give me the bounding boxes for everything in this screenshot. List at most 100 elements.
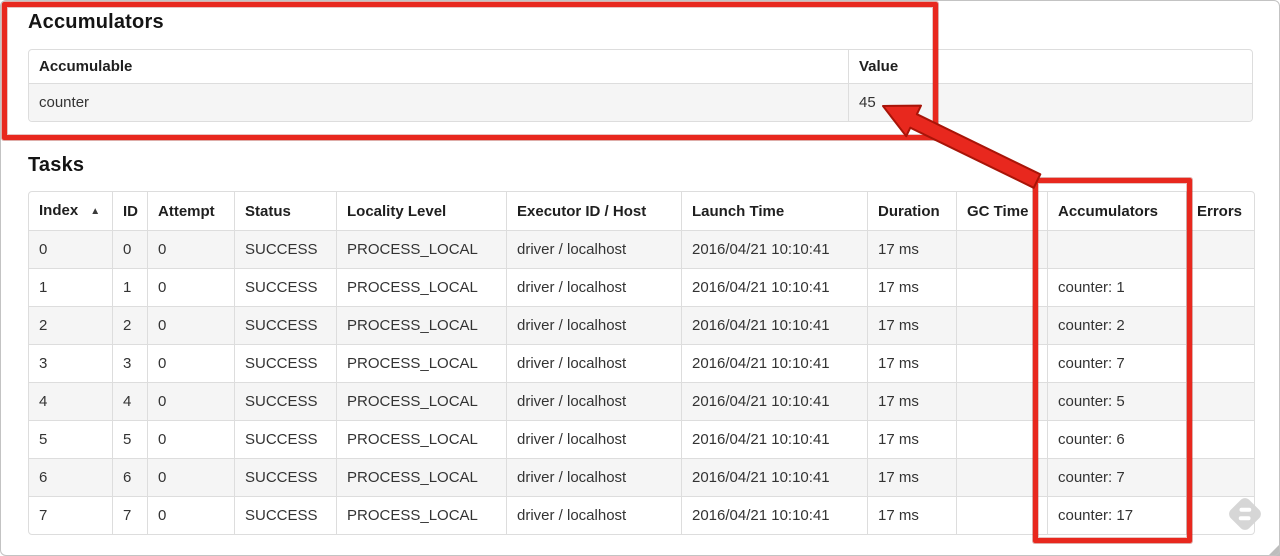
table-row: 0 0 0 SUCCESS PROCESS_LOCAL driver / localhos… <box>29 230 1254 268</box>
task-cell-status: SUCCESS <box>234 458 336 496</box>
task-cell-id: 3 <box>112 344 147 382</box>
task-cell-launch-time: 2016/04/21 10:10:41 <box>681 496 867 534</box>
task-cell-status: SUCCESS <box>234 344 336 382</box>
accumulable-value-cell: 45 <box>848 83 1252 121</box>
table-row: 2 2 0 SUCCESS PROCESS_LOCAL driver / localhos… <box>29 306 1254 344</box>
column-header-executor-id-host[interactable]: Executor ID / Host <box>506 192 681 230</box>
task-cell-duration: 17 ms <box>867 268 956 306</box>
task-cell-locality-level: PROCESS_LOCAL <box>336 230 506 268</box>
table-row: 3 3 0 SUCCESS PROCESS_LOCAL driver / localhos… <box>29 344 1254 382</box>
task-cell-launch-time: 2016/04/21 10:10:41 <box>681 382 867 420</box>
table-row: counter 45 <box>29 83 1252 121</box>
task-cell-launch-time: 2016/04/21 10:10:41 <box>681 306 867 344</box>
table-row: 4 4 0 SUCCESS PROCESS_LOCAL driver / localhos… <box>29 382 1254 420</box>
task-cell-executor-id-host: driver / localhost <box>506 306 681 344</box>
task-cell-duration: 17 ms <box>867 344 956 382</box>
column-header-value: Value <box>848 50 1252 83</box>
task-cell-locality-level: PROCESS_LOCAL <box>336 496 506 534</box>
task-cell-errors <box>1186 382 1254 420</box>
task-cell-status: SUCCESS <box>234 496 336 534</box>
task-cell-launch-time: 2016/04/21 10:10:41 <box>681 268 867 306</box>
task-cell-status: SUCCESS <box>234 420 336 458</box>
task-cell-errors <box>1186 268 1254 306</box>
table-row: 5 5 0 SUCCESS PROCESS_LOCAL driver / localhos… <box>29 420 1254 458</box>
column-header-duration[interactable]: Duration <box>867 192 956 230</box>
task-cell-errors <box>1186 230 1254 268</box>
task-cell-executor-id-host: driver / localhost <box>506 268 681 306</box>
task-cell-duration: 17 ms <box>867 230 956 268</box>
column-header-accumulators[interactable]: Accumulators <box>1047 192 1186 230</box>
task-cell-accumulators: counter: 1 <box>1047 268 1186 306</box>
task-cell-id: 2 <box>112 306 147 344</box>
column-header-status[interactable]: Status <box>234 192 336 230</box>
table-row: 1 1 0 SUCCESS PROCESS_LOCAL driver / localhos… <box>29 268 1254 306</box>
task-cell-locality-level: PROCESS_LOCAL <box>336 420 506 458</box>
task-cell-accumulators: counter: 5 <box>1047 382 1186 420</box>
task-cell-duration: 17 ms <box>867 382 956 420</box>
column-header-locality-level[interactable]: Locality Level <box>336 192 506 230</box>
column-header-accumulable: Accumulable <box>39 58 133 75</box>
task-cell-executor-id-host: driver / localhost <box>506 458 681 496</box>
task-cell-index: 1 <box>29 268 112 306</box>
column-header-launch-time[interactable]: Launch Time <box>681 192 867 230</box>
task-cell-status: SUCCESS <box>234 306 336 344</box>
task-cell-locality-level: PROCESS_LOCAL <box>336 382 506 420</box>
table-row: 7 7 0 SUCCESS PROCESS_LOCAL driver / localhos… <box>29 496 1254 534</box>
task-cell-accumulators: counter: 7 <box>1047 344 1186 382</box>
column-header-index[interactable]: Index ▲ <box>29 192 112 230</box>
page-content: Accumulators Accumulable Value counter 4… <box>28 10 1255 535</box>
task-cell-gc-time <box>956 268 1047 306</box>
task-cell-duration: 17 ms <box>867 306 956 344</box>
task-cell-index: 4 <box>29 382 112 420</box>
task-cell-gc-time <box>956 344 1047 382</box>
task-cell-executor-id-host: driver / localhost <box>506 496 681 534</box>
task-cell-executor-id-host: driver / localhost <box>506 230 681 268</box>
column-header-attempt[interactable]: Attempt <box>147 192 234 230</box>
task-cell-errors <box>1186 420 1254 458</box>
task-cell-attempt: 0 <box>147 458 234 496</box>
task-cell-accumulators: counter: 2 <box>1047 306 1186 344</box>
accumulators-heading: Accumulators <box>28 11 164 33</box>
task-cell-errors <box>1186 306 1254 344</box>
cursor-fragment-icon <box>1268 544 1280 556</box>
task-cell-attempt: 0 <box>147 420 234 458</box>
task-cell-errors <box>1186 344 1254 382</box>
task-cell-locality-level: PROCESS_LOCAL <box>336 344 506 382</box>
task-cell-gc-time <box>956 458 1047 496</box>
task-cell-index: 7 <box>29 496 112 534</box>
accumulable-name-cell: counter <box>29 83 848 121</box>
column-header-gc-time[interactable]: GC Time <box>956 192 1047 230</box>
task-cell-id: 7 <box>112 496 147 534</box>
task-cell-status: SUCCESS <box>234 382 336 420</box>
task-cell-attempt: 0 <box>147 382 234 420</box>
task-cell-executor-id-host: driver / localhost <box>506 344 681 382</box>
task-cell-launch-time: 2016/04/21 10:10:41 <box>681 420 867 458</box>
task-cell-id: 6 <box>112 458 147 496</box>
table-row: 6 6 0 SUCCESS PROCESS_LOCAL driver / localhos… <box>29 458 1254 496</box>
task-cell-attempt: 0 <box>147 496 234 534</box>
task-cell-locality-level: PROCESS_LOCAL <box>336 458 506 496</box>
task-cell-id: 5 <box>112 420 147 458</box>
task-cell-launch-time: 2016/04/21 10:10:41 <box>681 458 867 496</box>
column-header-errors[interactable]: Errors <box>1186 192 1254 230</box>
task-cell-id: 1 <box>112 268 147 306</box>
column-header-id[interactable]: ID <box>112 192 147 230</box>
task-cell-launch-time: 2016/04/21 10:10:41 <box>681 344 867 382</box>
task-cell-duration: 17 ms <box>867 458 956 496</box>
task-cell-launch-time: 2016/04/21 10:10:41 <box>681 230 867 268</box>
task-cell-status: SUCCESS <box>234 268 336 306</box>
task-cell-gc-time <box>956 230 1047 268</box>
task-cell-executor-id-host: driver / localhost <box>506 382 681 420</box>
task-cell-status: SUCCESS <box>234 230 336 268</box>
task-cell-accumulators <box>1047 230 1186 268</box>
task-cell-locality-level: PROCESS_LOCAL <box>336 306 506 344</box>
task-cell-attempt: 0 <box>147 230 234 268</box>
task-cell-duration: 17 ms <box>867 420 956 458</box>
task-cell-accumulators: counter: 6 <box>1047 420 1186 458</box>
task-cell-accumulators: counter: 17 <box>1047 496 1186 534</box>
task-cell-index: 3 <box>29 344 112 382</box>
task-cell-gc-time <box>956 420 1047 458</box>
task-cell-accumulators: counter: 7 <box>1047 458 1186 496</box>
sort-ascending-icon: ▲ <box>90 206 101 217</box>
task-cell-attempt: 0 <box>147 344 234 382</box>
